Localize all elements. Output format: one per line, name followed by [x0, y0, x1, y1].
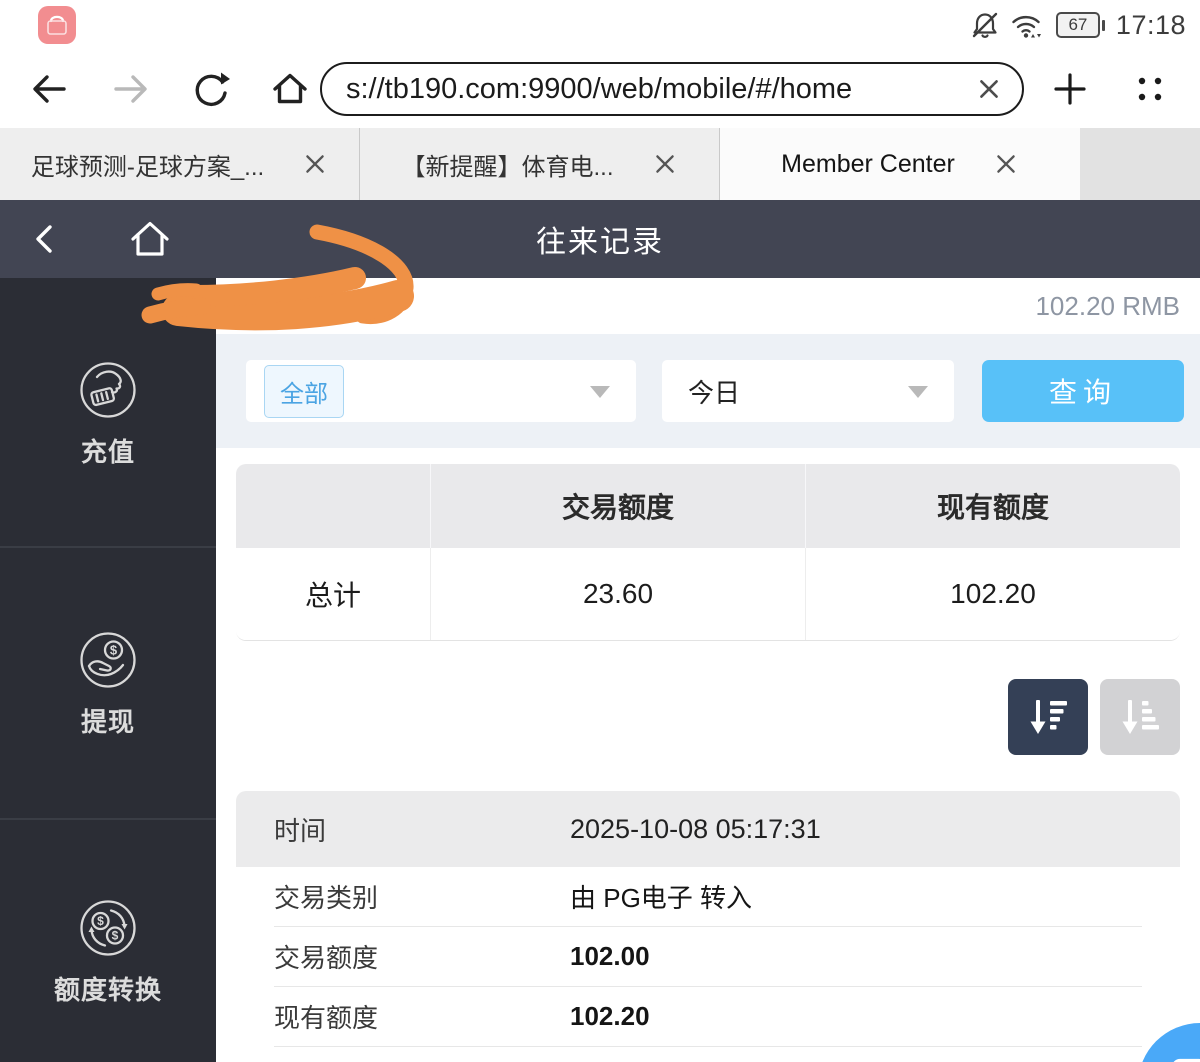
browser-toolbar: s://tb190.com:9900/web/mobile/#/home: [0, 50, 1200, 128]
sidebar-item-label: 额度转换: [54, 970, 162, 1007]
record-row-balance: 现有额度 102.20: [274, 987, 1142, 1047]
record-row-label: 交易额度: [274, 938, 570, 975]
battery-indicator: 67: [1056, 12, 1100, 38]
tab-football-prediction[interactable]: 足球预测-足球方案_...: [0, 128, 360, 200]
clear-url-icon[interactable]: [976, 76, 1002, 102]
total-transaction-amount: 23.60: [430, 548, 806, 640]
sidebar-item-withdraw[interactable]: $ 提现: [0, 630, 216, 739]
quota-convert-icon: $ $: [78, 898, 138, 958]
balance-bar: 102.20 RMB: [216, 278, 1200, 334]
svg-text:$: $: [97, 914, 104, 928]
back-icon[interactable]: [30, 69, 70, 109]
summary-table-header: 交易额度 现有额度: [236, 464, 1180, 548]
page-navbar: 往来记录: [0, 200, 1200, 278]
filter-bar: 全部 今日 查询: [216, 334, 1200, 448]
sidebar: 充值 $ 提现 $ $: [0, 278, 216, 1062]
sidebar-divider: [0, 818, 216, 820]
header-cell-current-balance: 现有额度: [806, 464, 1180, 548]
category-dropdown[interactable]: 全部: [246, 360, 636, 422]
sidebar-item-quota-convert[interactable]: $ $ 额度转换: [0, 898, 216, 1007]
forward-icon[interactable]: [110, 69, 150, 109]
period-dropdown[interactable]: 今日: [662, 360, 954, 422]
sidebar-item-recharge[interactable]: 充值: [0, 360, 216, 469]
edit-note-icon: [1164, 1045, 1200, 1062]
chevron-down-icon: [908, 386, 928, 398]
header-cell-empty: [236, 464, 430, 548]
nav-home-icon[interactable]: [127, 216, 173, 262]
tab-member-center[interactable]: Member Center: [720, 128, 1080, 200]
sort-ascending-icon: [1116, 693, 1164, 741]
url-bar[interactable]: s://tb190.com:9900/web/mobile/#/home: [320, 62, 1024, 116]
tab-label: 【新提醒】体育电...: [401, 147, 613, 182]
record-time-label: 时间: [274, 811, 570, 848]
close-tab-icon[interactable]: [302, 151, 328, 177]
record-row-value: 由 PG电子 转入: [570, 878, 752, 915]
nav-back-icon[interactable]: [26, 219, 66, 259]
record-header: 时间 2025-10-08 05:17:31: [236, 791, 1180, 867]
total-current-balance: 102.20: [806, 548, 1180, 640]
withdraw-icon: $: [78, 630, 138, 690]
main-content: 102.20 RMB 全部 今日 查询 交易额度 现有额度 总计 23.60 1: [216, 278, 1200, 1062]
record-time-value: 2025-10-08 05:17:31: [570, 814, 821, 845]
refresh-icon[interactable]: [190, 69, 230, 109]
new-tab-icon[interactable]: [1050, 69, 1090, 109]
summary-table: 交易额度 现有额度 总计 23.60 102.20: [236, 464, 1180, 641]
clock: 17:18: [1116, 10, 1186, 41]
category-chip: 全部: [264, 365, 344, 418]
record-row-label: 交易类别: [274, 878, 570, 915]
sidebar-item-label: 充值: [81, 432, 135, 469]
tab-sports-notice[interactable]: 【新提醒】体育电...: [360, 128, 720, 200]
huawei-appgallery-icon[interactable]: [38, 6, 76, 44]
home-icon[interactable]: [270, 69, 310, 109]
total-label: 总计: [236, 548, 430, 640]
screen: 67 17:18 s://tb190.com:9900/web/mobile/#…: [0, 0, 1200, 1062]
close-tab-icon[interactable]: [993, 151, 1019, 177]
page-title: 往来记录: [0, 200, 1200, 278]
sort-descending-icon: [1024, 693, 1072, 741]
tab-label: 足球预测-足球方案_...: [31, 147, 264, 182]
sidebar-item-label: 提现: [81, 702, 135, 739]
appgallery-bag-icon: [38, 6, 76, 44]
record-row-amount: 交易额度 102.00: [274, 927, 1142, 987]
status-bar: 67 17:18: [0, 0, 1200, 50]
record-row-value: 102.00: [570, 941, 650, 972]
record-row-label: 现有额度: [274, 998, 570, 1035]
sort-descending-button[interactable]: [1008, 679, 1088, 755]
tab-switcher-icon[interactable]: [1130, 69, 1170, 109]
battery-percent: 67: [1068, 15, 1087, 35]
url-text: s://tb190.com:9900/web/mobile/#/home: [346, 73, 976, 106]
sort-controls: [236, 679, 1180, 755]
period-value: 今日: [688, 373, 740, 410]
balance-amount: 102.20 RMB: [1035, 291, 1180, 322]
record-row-value: 102.20: [570, 1001, 650, 1032]
record-row-category: 交易类别 由 PG电子 转入: [274, 867, 1142, 927]
table-row-total: 总计 23.60 102.20: [236, 548, 1180, 640]
header-cell-transaction-amount: 交易额度: [430, 464, 806, 548]
sort-ascending-button[interactable]: [1100, 679, 1180, 755]
mute-icon: [970, 10, 1000, 40]
close-tab-icon[interactable]: [652, 151, 678, 177]
battery-nub: [1102, 20, 1105, 31]
sidebar-divider: [0, 546, 216, 548]
query-button[interactable]: 查询: [982, 360, 1184, 422]
tab-strip-filler: [1080, 128, 1200, 200]
tab-label: Member Center: [781, 150, 955, 179]
wifi-icon: [1011, 10, 1045, 40]
svg-text:$: $: [110, 643, 118, 658]
recharge-icon: [78, 360, 138, 420]
record-card: 时间 2025-10-08 05:17:31 交易类别 由 PG电子 转入 交易…: [236, 791, 1180, 1047]
chevron-down-icon: [590, 386, 610, 398]
svg-text:$: $: [112, 929, 119, 943]
tab-strip: 足球预测-足球方案_... 【新提醒】体育电... Member Center: [0, 128, 1200, 200]
